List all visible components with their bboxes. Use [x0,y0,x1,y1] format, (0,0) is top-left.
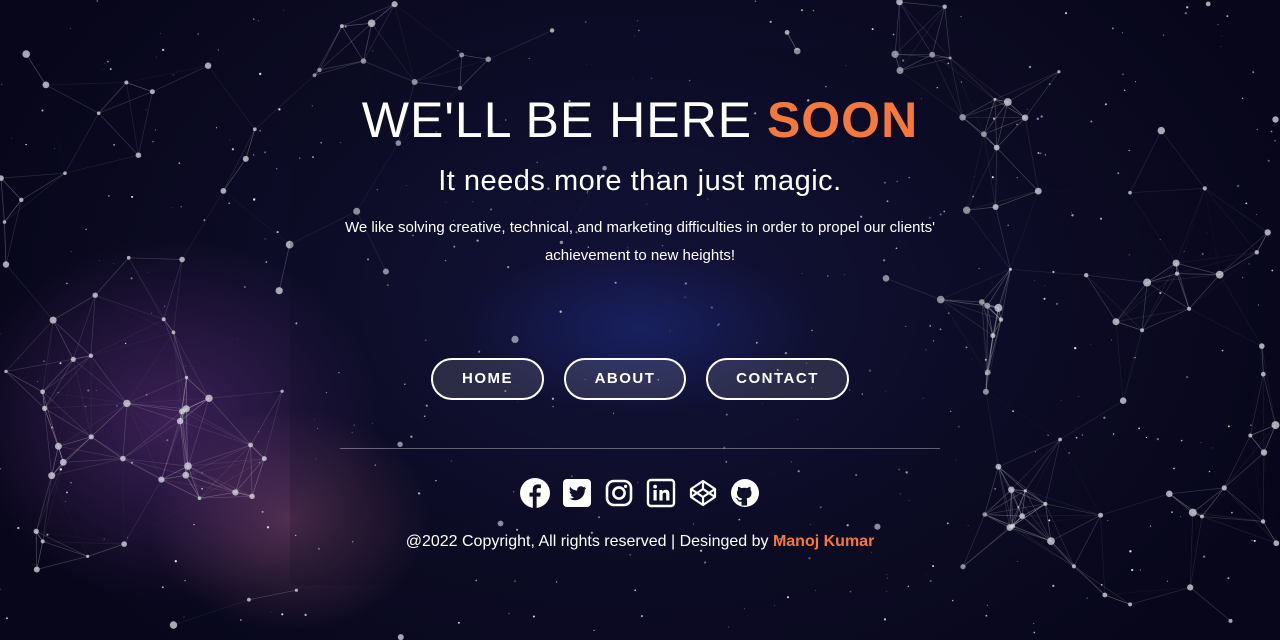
facebook-icon[interactable] [520,478,550,508]
social-links [0,478,1280,508]
codepen-icon[interactable] [688,478,718,508]
author-link[interactable]: Manoj Kumar [773,533,874,550]
github-icon[interactable] [730,478,760,508]
main-content: WE'LL BE HERE SOON It needs more than ju… [0,0,1280,640]
tagline: It needs more than just magic. [438,165,842,197]
about-button[interactable]: ABOUT [564,358,686,400]
nav-buttons: HOME ABOUT CONTACT [0,358,1280,400]
linkedin-icon[interactable] [646,478,676,508]
instagram-icon[interactable] [604,478,634,508]
title-main: WE'LL BE HERE [361,92,767,148]
home-button[interactable]: HOME [431,358,544,400]
footer-copyright: @2022 Copyright, All rights reserved | D… [0,532,1280,552]
description: We like solving creative, technical, and… [344,219,936,264]
contact-button[interactable]: CONTACT [706,358,849,400]
page-title: WE'LL BE HERE SOON [0,90,1280,150]
copyright-text: @2022 Copyright, All rights reserved | D… [405,533,773,550]
title-accent: SOON [766,92,919,148]
twitter-icon[interactable] [562,478,592,508]
divider [340,448,940,449]
